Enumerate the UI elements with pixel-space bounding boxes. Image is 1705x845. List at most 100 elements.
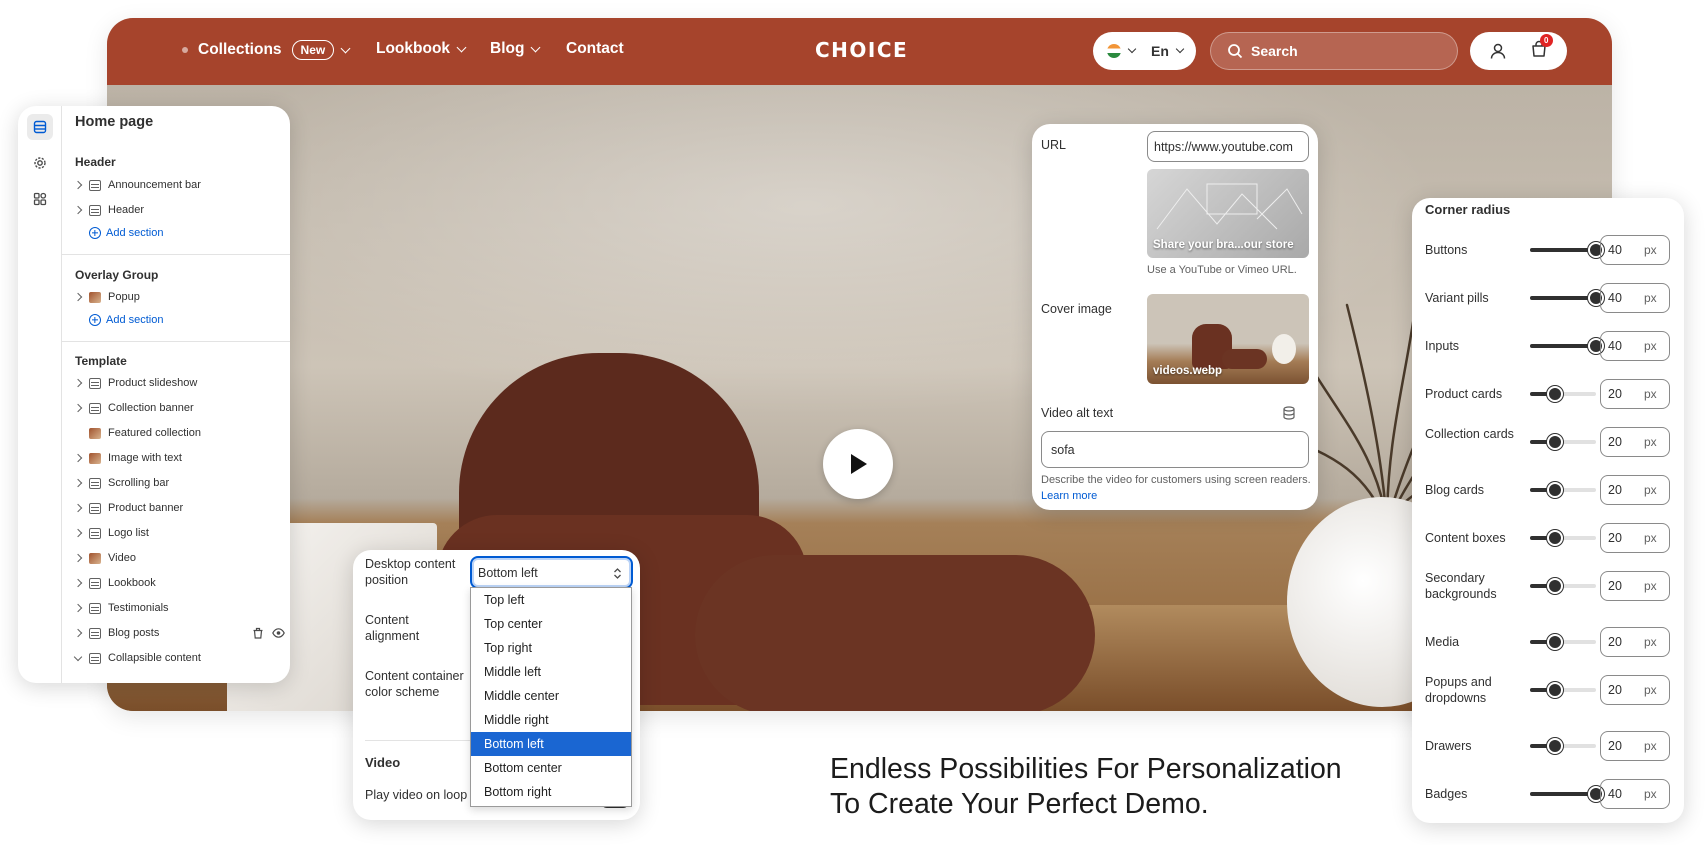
- radius-unit: px: [1644, 243, 1657, 257]
- tree-item[interactable]: Testimonials: [62, 597, 290, 619]
- position-option[interactable]: Middle center: [471, 684, 631, 708]
- sections-icon: [33, 120, 47, 134]
- slider-thumb[interactable]: [1546, 434, 1563, 450]
- nav-lookbook[interactable]: Lookbook: [376, 40, 467, 58]
- eye-icon[interactable]: [272, 627, 285, 639]
- radius-unit: px: [1644, 787, 1657, 801]
- radius-value-input[interactable]: 40 px: [1600, 235, 1670, 265]
- slider-thumb[interactable]: [1546, 578, 1563, 594]
- radius-value-input[interactable]: 20 px: [1600, 379, 1670, 409]
- radius-slider[interactable]: [1530, 386, 1596, 402]
- radius-row: Blog cards 20 px: [1412, 468, 1684, 512]
- nav-collections[interactable]: Collections New: [182, 40, 351, 60]
- language-selector[interactable]: En: [1093, 32, 1196, 70]
- radius-value-input[interactable]: 20 px: [1600, 475, 1670, 505]
- play-button[interactable]: [823, 429, 893, 499]
- add-section-button[interactable]: Add section: [89, 314, 163, 326]
- slider-thumb[interactable]: [1546, 530, 1563, 546]
- position-option[interactable]: Top center: [471, 612, 631, 636]
- slider-thumb[interactable]: [1546, 634, 1563, 650]
- account-cart-group: 0: [1470, 32, 1567, 70]
- position-option[interactable]: Middle right: [471, 708, 631, 732]
- nav-contact-label: Contact: [566, 40, 624, 57]
- radius-value-input[interactable]: 20 px: [1600, 523, 1670, 553]
- store-logo[interactable]: CHOICE: [815, 38, 908, 62]
- apps-tab[interactable]: [27, 186, 53, 212]
- tree-item[interactable]: Image with text: [62, 447, 290, 469]
- slider-thumb[interactable]: [1546, 682, 1563, 698]
- tree-item[interactable]: Lookbook: [62, 572, 290, 594]
- url-input[interactable]: https://www.youtube.com: [1147, 131, 1309, 162]
- trash-icon[interactable]: [252, 627, 264, 639]
- radius-slider[interactable]: [1530, 682, 1596, 698]
- radius-label: Product cards: [1425, 387, 1503, 401]
- cover-planter-shape: [1272, 334, 1296, 364]
- tree-item[interactable]: Video: [62, 547, 290, 569]
- slider-thumb[interactable]: [1546, 482, 1563, 498]
- tree-item[interactable]: Logo list: [62, 522, 290, 544]
- nav-blog[interactable]: Blog: [490, 40, 541, 58]
- store-search[interactable]: Search: [1210, 32, 1458, 70]
- user-icon[interactable]: [1489, 42, 1507, 60]
- radius-slider[interactable]: [1530, 482, 1596, 498]
- position-option[interactable]: Bottom right: [471, 780, 631, 804]
- tree-item[interactable]: Scrolling bar: [62, 472, 290, 494]
- radius-value-input[interactable]: 40 px: [1600, 331, 1670, 361]
- slider-thumb[interactable]: [1546, 738, 1563, 754]
- radius-unit: px: [1644, 739, 1657, 753]
- learn-more-link[interactable]: Learn more: [1041, 490, 1097, 502]
- tree-item[interactable]: Product slideshow: [62, 372, 290, 394]
- radius-value-input[interactable]: 20 px: [1600, 627, 1670, 657]
- radius-value-input[interactable]: 20 px: [1600, 427, 1670, 457]
- divider: [365, 740, 475, 741]
- radius-value-input[interactable]: 20 px: [1600, 675, 1670, 705]
- tree-item[interactable]: Blog posts: [62, 622, 290, 644]
- radius-value: 20: [1608, 683, 1622, 697]
- position-option[interactable]: Top right: [471, 636, 631, 660]
- slider-fill: [1530, 296, 1596, 300]
- slider-thumb[interactable]: [1546, 386, 1563, 402]
- radius-slider[interactable]: [1530, 434, 1596, 450]
- radius-value-input[interactable]: 40 px: [1600, 283, 1670, 313]
- radius-value-input[interactable]: 20 px: [1600, 731, 1670, 761]
- radius-slider[interactable]: [1530, 530, 1596, 546]
- radius-row: Inputs 40 px: [1412, 324, 1684, 368]
- section-icon: [89, 402, 101, 414]
- tree-item[interactable]: Featured collection: [62, 422, 290, 444]
- add-section-label: Add section: [106, 314, 164, 326]
- position-option[interactable]: Bottom left: [471, 732, 631, 756]
- position-option[interactable]: Bottom center: [471, 756, 631, 780]
- tree-item[interactable]: Product banner: [62, 497, 290, 519]
- radius-label: Popups and dropdowns: [1425, 675, 1492, 705]
- page-title: Home page: [75, 114, 154, 130]
- tree-item-label: Collection banner: [108, 402, 194, 414]
- alt-text-input[interactable]: sofa: [1041, 431, 1309, 468]
- position-option[interactable]: Middle left: [471, 660, 631, 684]
- tree-item[interactable]: Announcement bar: [62, 174, 290, 196]
- radius-slider[interactable]: [1530, 786, 1604, 802]
- sections-tab[interactable]: [27, 114, 53, 140]
- radius-slider[interactable]: [1530, 738, 1596, 754]
- settings-tab[interactable]: [27, 150, 53, 176]
- radius-value-input[interactable]: 20 px: [1600, 571, 1670, 601]
- database-icon[interactable]: [1282, 406, 1296, 420]
- tree-item[interactable]: Header: [62, 199, 290, 221]
- cart-button[interactable]: 0: [1530, 33, 1553, 63]
- radius-value-input[interactable]: 40 px: [1600, 779, 1670, 809]
- radius-row: Media 20 px: [1412, 620, 1684, 664]
- desktop-position-select[interactable]: Bottom left: [470, 556, 633, 589]
- radius-slider[interactable]: [1530, 290, 1604, 306]
- tree-item[interactable]: Collapsible content: [62, 647, 290, 669]
- add-section-button[interactable]: Add section: [89, 227, 163, 239]
- radius-slider[interactable]: [1530, 578, 1596, 594]
- nav-contact[interactable]: Contact: [566, 40, 624, 58]
- tree-item[interactable]: Popup: [62, 286, 290, 308]
- tree-item[interactable]: Collection banner: [62, 397, 290, 419]
- radius-slider[interactable]: [1530, 634, 1596, 650]
- tree-item-label: Product slideshow: [108, 377, 198, 389]
- position-option[interactable]: Top left: [471, 588, 631, 612]
- cover-image-picker[interactable]: videos.webp: [1147, 294, 1309, 384]
- content-alignment-label: Content alignment: [365, 613, 420, 643]
- radius-slider[interactable]: [1530, 338, 1604, 354]
- radius-slider[interactable]: [1530, 242, 1604, 258]
